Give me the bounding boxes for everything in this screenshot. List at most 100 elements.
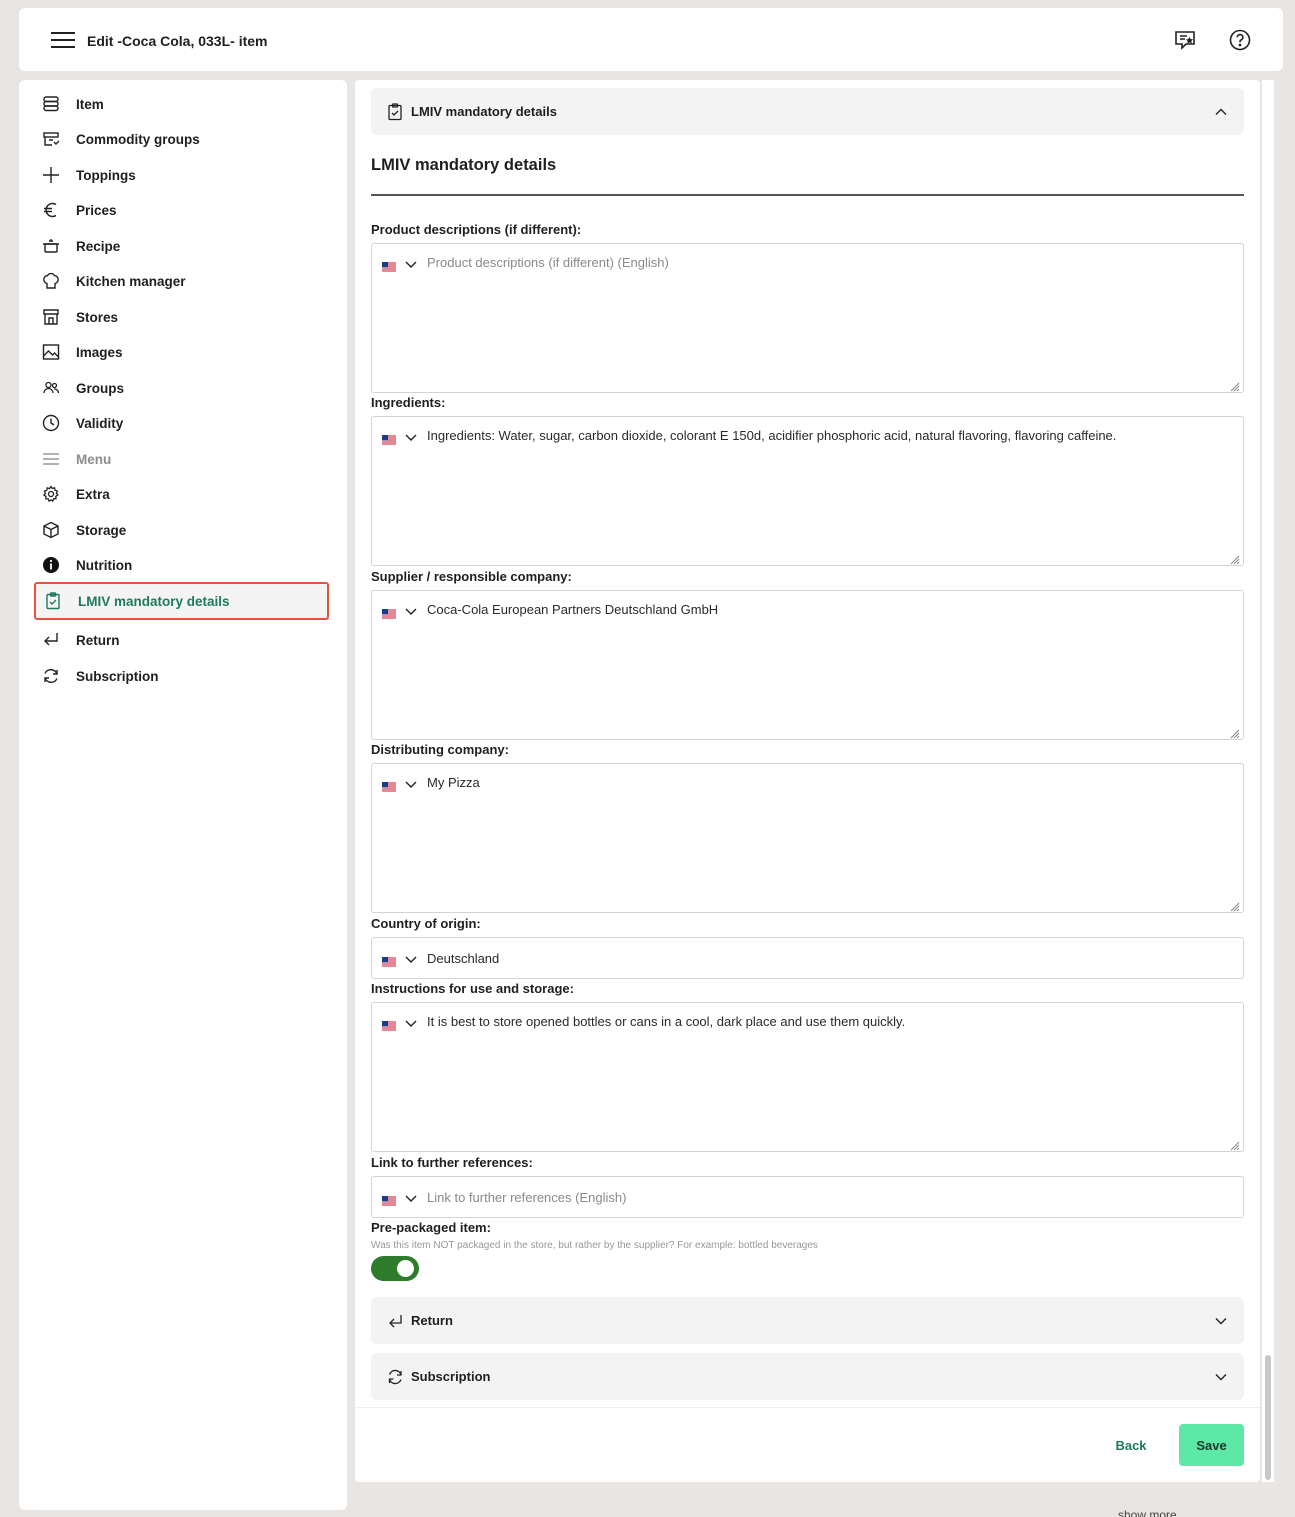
prepackaged-toggle[interactable]	[371, 1256, 419, 1281]
supplier-value: Coca-Cola European Partners Deutschland …	[427, 602, 719, 617]
sidebar-item-label: Kitchen manager	[76, 273, 186, 289]
sidebar-item-kitchen-manager[interactable]: Kitchen manager	[41, 267, 329, 295]
language-dropdown-chevron-icon[interactable]	[404, 777, 418, 789]
plus-icon	[41, 165, 61, 185]
info-icon	[41, 555, 61, 575]
language-dropdown-chevron-icon[interactable]	[404, 952, 418, 964]
ingredients-textarea[interactable]: Ingredients: Water, sugar, carbon dioxid…	[371, 416, 1244, 566]
us-flag-icon	[382, 779, 396, 792]
clipboard-check-icon	[387, 103, 403, 121]
section-title: LMIV mandatory details	[371, 156, 557, 174]
clock-icon	[41, 413, 61, 433]
sidebar-item-label: Commodity groups	[76, 131, 200, 147]
sidebar-item-label: Return	[76, 632, 120, 648]
product-descriptions-placeholder: Product descriptions (if different) (Eng…	[427, 255, 669, 270]
sidebar-item-subscription[interactable]: Subscription	[41, 662, 329, 690]
distributing-value: My Pizza	[427, 775, 480, 790]
ingredients-value: Ingredients: Water, sugar, carbon dioxid…	[427, 428, 1117, 443]
accordion-title: LMIV mandatory details	[411, 104, 557, 119]
language-dropdown-chevron-icon[interactable]	[404, 604, 418, 616]
back-button[interactable]: Back	[1099, 1424, 1163, 1466]
sidebar-item-groups[interactable]: Groups	[41, 374, 329, 402]
link-placeholder: Link to further references (English)	[427, 1190, 627, 1205]
sidebar-item-label: Toppings	[76, 167, 136, 183]
chevron-down-icon[interactable]	[1214, 1314, 1228, 1328]
chevron-down-icon[interactable]	[1214, 1370, 1228, 1384]
store-icon	[41, 307, 61, 327]
footer-divider	[355, 1407, 1260, 1408]
save-button[interactable]: Save	[1179, 1424, 1244, 1466]
sidebar-item-label: Storage	[76, 522, 127, 538]
instructions-textarea[interactable]: It is best to store opened bottles or ca…	[371, 1002, 1244, 1152]
gear-icon	[41, 484, 61, 504]
scrollbar-track[interactable]	[1262, 80, 1274, 1482]
resize-handle-icon[interactable]	[1230, 726, 1240, 739]
sidebar: Item Commodity groups Toppings Prices Re…	[19, 80, 347, 1510]
sidebar-item-recipe[interactable]: Recipe	[41, 232, 329, 260]
sidebar-item-label: Groups	[76, 380, 125, 396]
supplier-textarea[interactable]: Coca-Cola European Partners Deutschland …	[371, 590, 1244, 740]
scrollbar-thumb[interactable]	[1265, 1355, 1271, 1480]
accordion-subscription-header[interactable]: Subscription	[371, 1353, 1244, 1400]
product-descriptions-textarea[interactable]: Product descriptions (if different) (Eng…	[371, 243, 1244, 393]
us-flag-icon	[382, 606, 396, 619]
country-input[interactable]: Deutschland	[371, 937, 1244, 979]
main-panel: LMIV mandatory details LMIV mandatory de…	[355, 80, 1260, 1482]
us-flag-icon	[382, 954, 396, 967]
us-flag-icon	[382, 1193, 396, 1206]
link-input[interactable]: Link to further references (English)	[371, 1176, 1244, 1218]
resize-handle-icon[interactable]	[1230, 899, 1240, 912]
feedback-star-icon[interactable]	[1173, 28, 1197, 52]
box-icon	[41, 520, 61, 540]
sidebar-item-label: Recipe	[76, 238, 121, 254]
sidebar-item-images[interactable]: Images	[41, 338, 329, 366]
language-dropdown-chevron-icon[interactable]	[404, 257, 418, 269]
help-icon[interactable]	[1228, 28, 1252, 52]
sidebar-item-nutrition[interactable]: Nutrition	[41, 551, 329, 579]
us-flag-icon	[382, 259, 396, 272]
supplier-label: Supplier / responsible company:	[371, 569, 572, 584]
sidebar-item-lmiv-mandatory-details[interactable]: LMIV mandatory details	[34, 582, 329, 620]
sidebar-item-return[interactable]: Return	[41, 626, 329, 654]
country-value: Deutschland	[427, 951, 500, 966]
return-arrow-icon	[41, 630, 61, 650]
sidebar-item-prices[interactable]: Prices	[41, 196, 329, 224]
sidebar-item-validity[interactable]: Validity	[41, 409, 329, 437]
language-dropdown-chevron-icon[interactable]	[404, 430, 418, 442]
euro-icon	[41, 200, 61, 220]
resize-handle-icon[interactable]	[1230, 1138, 1240, 1151]
sidebar-item-item[interactable]: Item	[41, 90, 329, 118]
sidebar-item-stores[interactable]: Stores	[41, 303, 329, 331]
instructions-value: It is best to store opened bottles or ca…	[427, 1014, 906, 1029]
hamburger-menu-icon[interactable]	[51, 32, 75, 50]
language-dropdown-chevron-icon[interactable]	[404, 1016, 418, 1028]
sidebar-item-menu[interactable]: Menu	[41, 445, 329, 473]
commodity-icon	[41, 129, 61, 149]
sidebar-item-storage[interactable]: Storage	[41, 516, 329, 544]
us-flag-icon	[382, 1018, 396, 1031]
show-more-link[interactable]: show more	[1118, 1508, 1177, 1517]
resize-handle-icon[interactable]	[1230, 552, 1240, 565]
image-icon	[41, 342, 61, 362]
prepackaged-label: Pre-packaged item:	[371, 1220, 491, 1235]
sidebar-item-extra[interactable]: Extra	[41, 480, 329, 508]
language-dropdown-chevron-icon[interactable]	[404, 1191, 418, 1203]
top-header: Edit -Coca Cola, 033L- item	[19, 8, 1283, 71]
prepackaged-hint: Was this item NOT packaged in the store,…	[371, 1240, 818, 1251]
sidebar-item-toppings[interactable]: Toppings	[41, 161, 329, 189]
distributing-textarea[interactable]: My Pizza	[371, 763, 1244, 913]
sidebar-item-label: Nutrition	[76, 557, 133, 573]
sidebar-item-label: Extra	[76, 486, 110, 502]
distributing-label: Distributing company:	[371, 742, 509, 757]
link-label: Link to further references:	[371, 1155, 533, 1170]
resize-handle-icon[interactable]	[1230, 379, 1240, 392]
return-arrow-icon	[387, 1312, 403, 1330]
accordion-lmiv-header[interactable]: LMIV mandatory details	[371, 88, 1244, 135]
users-icon	[41, 378, 61, 398]
sidebar-item-commodity-groups[interactable]: Commodity groups	[41, 125, 329, 153]
sidebar-item-label: Subscription	[76, 668, 159, 684]
chevron-up-icon[interactable]	[1214, 105, 1228, 119]
accordion-return-header[interactable]: Return	[371, 1297, 1244, 1344]
sidebar-item-label: Images	[76, 344, 123, 360]
product-descriptions-label: Product descriptions (if different):	[371, 222, 582, 237]
